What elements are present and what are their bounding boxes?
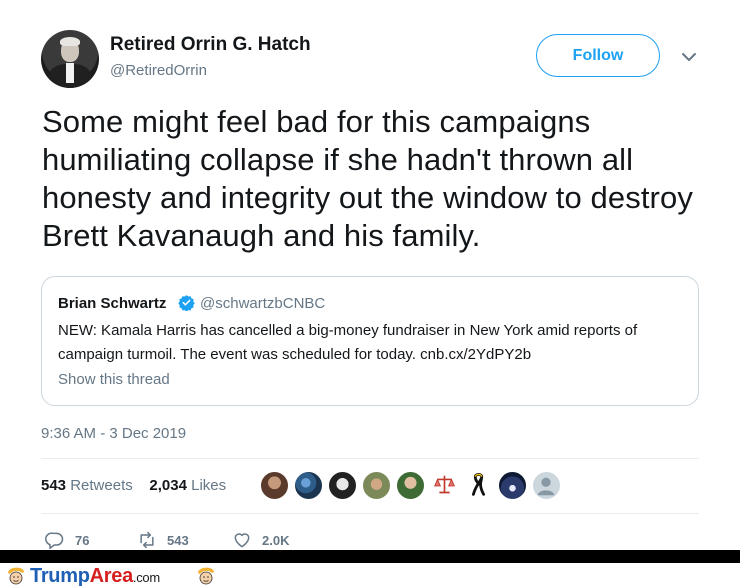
ribbon-icon xyxy=(471,473,486,496)
retweets-count: 543 xyxy=(41,477,67,494)
retweet-icon xyxy=(140,531,154,549)
liker-avatar-7[interactable] xyxy=(464,471,493,500)
retweet-count: 543 xyxy=(167,532,189,548)
watermark-footer: TrumpArea.com xyxy=(0,563,740,588)
liker-avatar-3[interactable] xyxy=(328,471,357,500)
liker-avatar-9[interactable] xyxy=(532,471,561,500)
likes-label: Likes xyxy=(191,477,227,494)
heart-icon xyxy=(234,533,250,548)
liker-avatar-5[interactable] xyxy=(396,471,425,500)
liker-avatar-6[interactable] xyxy=(430,471,459,500)
tweet-stats: 543 Retweets 2,034 Likes xyxy=(41,477,226,494)
author-handle[interactable]: @RetiredOrrin xyxy=(110,62,207,79)
like-count: 2.0K xyxy=(262,532,290,548)
author-display-name[interactable]: Retired Orrin G. Hatch xyxy=(110,34,311,56)
retweet-button[interactable]: 543 xyxy=(137,530,189,550)
like-button[interactable]: 2.0K xyxy=(232,530,289,550)
mascot-icon xyxy=(198,567,214,585)
brand-trump: Trump xyxy=(30,565,90,587)
divider xyxy=(41,458,699,459)
reply-button[interactable]: 76 xyxy=(45,530,89,550)
quoted-display-name: Brian Schwartz xyxy=(58,295,167,312)
liker-avatar-2[interactable] xyxy=(294,471,323,500)
reply-count: 76 xyxy=(75,532,90,548)
avatar-hair xyxy=(60,37,80,46)
retweets-stat[interactable]: 543 Retweets xyxy=(41,477,133,494)
brand-logo[interactable]: TrumpArea.com xyxy=(30,565,160,588)
follow-button[interactable]: Follow xyxy=(536,34,660,77)
tweet-timestamp[interactable]: 9:36 AM - 3 Dec 2019 xyxy=(41,425,186,442)
quoted-text: NEW: Kamala Harris has cancelled a big-m… xyxy=(58,322,638,363)
reply-icon xyxy=(45,532,64,550)
quoted-handle: @schwartzbCNBC xyxy=(200,295,326,312)
mascot-icon xyxy=(8,567,24,585)
verified-badge-icon xyxy=(178,295,195,311)
footer-bar xyxy=(0,550,740,563)
liker-avatar-8[interactable] xyxy=(498,471,527,500)
brand-area: Area xyxy=(89,565,134,587)
author-avatar[interactable] xyxy=(41,30,99,88)
avatar-shirt xyxy=(66,63,74,83)
default-profile-icon xyxy=(537,477,555,496)
likes-count: 2,034 xyxy=(149,477,187,494)
divider xyxy=(41,513,699,514)
chevron-down-icon[interactable] xyxy=(680,48,698,66)
quoted-tweet-card[interactable]: Brian Schwartz @schwartzbCNBC NEW: Kamal… xyxy=(41,276,699,406)
show-thread-link[interactable]: Show this thread xyxy=(58,371,170,388)
liker-avatar-1[interactable] xyxy=(260,471,289,500)
retweets-label: Retweets xyxy=(70,477,133,494)
brand-tld: .com xyxy=(132,570,160,585)
liker-avatar-4[interactable] xyxy=(362,471,391,500)
tweet-text: Some might feel bad for this campaigns h… xyxy=(42,104,693,253)
scales-icon xyxy=(434,475,455,494)
likes-stat[interactable]: 2,034 Likes xyxy=(149,477,226,494)
